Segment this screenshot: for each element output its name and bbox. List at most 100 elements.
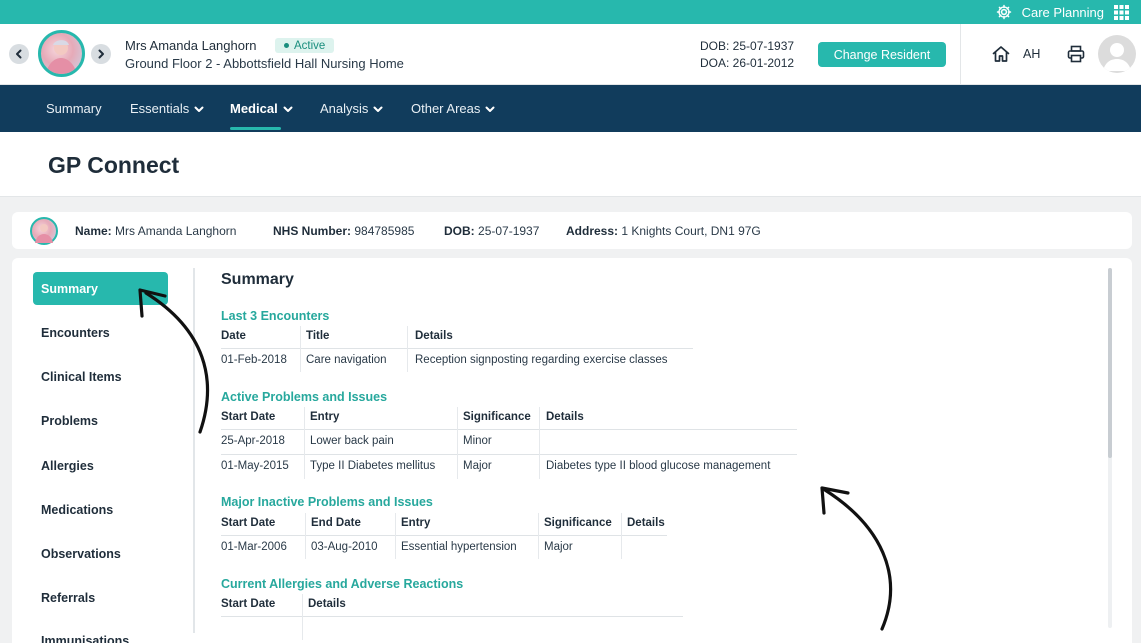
patient-dob-label: DOB:	[444, 224, 475, 238]
table-cell: 01-Feb-2018	[221, 354, 287, 366]
column-header: Significance	[463, 411, 531, 423]
table-divider	[221, 454, 797, 455]
column-header: Date	[221, 330, 246, 342]
patient-address-field: Address: 1 Knights Court, DN1 97G	[566, 224, 761, 238]
sidebar-item-allergies[interactable]: Allergies	[33, 449, 168, 482]
column-divider	[457, 407, 458, 479]
nhs-number-label: NHS Number:	[273, 224, 352, 238]
print-icon[interactable]	[1066, 44, 1086, 69]
column-header: Start Date	[221, 598, 276, 610]
nav-other-areas[interactable]: Other Areas	[411, 85, 496, 132]
nhs-number-value: 984785985	[354, 224, 415, 238]
column-header: Title	[306, 330, 330, 342]
nav-medical[interactable]: Medical	[230, 85, 294, 132]
sidebar-item-observations[interactable]: Observations	[33, 537, 168, 570]
main-navigation: Summary Essentials Medical Analysis Othe…	[0, 85, 1141, 132]
home-icon[interactable]	[991, 44, 1011, 69]
table-cell: Reception signposting regarding exercise…	[415, 354, 668, 366]
chevron-right-icon	[98, 49, 104, 59]
section-title: Summary	[221, 271, 294, 288]
patient-dob-value: 25-07-1937	[478, 224, 540, 238]
column-header: End Date	[311, 517, 361, 529]
column-header: Details	[546, 411, 584, 423]
column-header: Entry	[310, 411, 340, 423]
status-label: Active	[294, 39, 326, 52]
nhs-number-field: NHS Number: 984785985	[273, 224, 414, 238]
user-avatar[interactable]	[1098, 35, 1136, 73]
sidebar-item-referrals[interactable]: Referrals	[33, 581, 168, 614]
table-divider	[221, 429, 797, 430]
table-cell: 25-Apr-2018	[221, 435, 285, 447]
change-resident-button[interactable]: Change Resident	[818, 42, 946, 67]
gear-icon[interactable]	[996, 4, 1012, 20]
nav-summary[interactable]: Summary	[46, 85, 102, 132]
table-cell: Major	[544, 541, 573, 553]
header-divider	[960, 24, 961, 85]
sidebar-divider	[193, 268, 195, 633]
inactive-problems-heading: Major Inactive Problems and Issues	[221, 495, 433, 509]
summary-content: Summary Last 3 Encounters Date Title Det…	[221, 258, 1101, 643]
column-divider	[304, 407, 305, 479]
resident-header: Mrs Amanda Langhorn Active Ground Floor …	[0, 24, 1141, 85]
table-cell: 03-Aug-2010	[311, 541, 378, 553]
column-divider	[300, 326, 301, 372]
nav-label: Analysis	[320, 101, 369, 116]
table-cell: 01-Mar-2006	[221, 541, 287, 553]
patient-name-value: Mrs Amanda Langhorn	[115, 224, 237, 238]
column-divider	[395, 513, 396, 559]
table-cell: 01-May-2015	[221, 460, 289, 472]
column-divider	[621, 513, 622, 559]
nav-essentials[interactable]: Essentials	[130, 85, 205, 132]
patient-address-value: 1 Knights Court, DN1 97G	[621, 224, 761, 238]
sidebar-item-medications[interactable]: Medications	[33, 493, 168, 526]
scrollbar-thumb[interactable]	[1108, 268, 1112, 458]
table-divider	[221, 348, 693, 349]
allergies-heading: Current Allergies and Adverse Reactions	[221, 577, 464, 591]
column-divider	[539, 407, 540, 479]
sidebar-item-problems[interactable]: Problems	[33, 404, 168, 437]
table-divider	[221, 535, 667, 536]
chevron-down-icon	[485, 106, 495, 112]
column-divider	[407, 326, 408, 372]
page-title: GP Connect	[48, 152, 180, 178]
patient-info-card: Name: Mrs Amanda Langhorn NHS Number: 98…	[12, 212, 1132, 249]
patient-address-label: Address:	[566, 224, 619, 238]
nav-label: Medical	[230, 101, 278, 116]
column-header: Details	[308, 598, 346, 610]
apps-grid-icon[interactable]	[1114, 4, 1129, 20]
resident-dob: DOB: 25-07-1937	[700, 39, 795, 53]
column-divider	[302, 594, 303, 640]
nav-analysis[interactable]: Analysis	[320, 85, 384, 132]
column-header: Significance	[544, 517, 612, 529]
previous-resident-button[interactable]	[9, 44, 29, 64]
status-badge: Active	[275, 38, 335, 53]
column-divider	[305, 513, 306, 559]
table-cell: Essential hypertension	[401, 541, 517, 553]
patient-dob-field: DOB: 25-07-1937	[444, 224, 539, 238]
chevron-down-icon	[283, 106, 293, 112]
nav-label: Other Areas	[411, 101, 481, 116]
table-cell: Minor	[463, 435, 492, 447]
table-cell: Type II Diabetes mellitus	[310, 460, 436, 472]
patient-name-label: Name:	[75, 224, 112, 238]
table-cell: Diabetes type II blood glucose managemen…	[546, 460, 771, 472]
column-divider	[538, 513, 539, 559]
top-bar: Care Planning	[0, 0, 1141, 24]
sidebar-item-encounters[interactable]: Encounters	[33, 316, 168, 349]
sidebar-item-summary[interactable]: Summary	[33, 272, 168, 305]
resident-location: Ground Floor 2 - Abbottsfield Hall Nursi…	[125, 56, 404, 71]
patient-name-field: Name: Mrs Amanda Langhorn	[75, 224, 236, 238]
care-planning-link[interactable]: Care Planning	[1022, 5, 1104, 20]
column-header: Entry	[401, 517, 431, 529]
chevron-down-icon	[194, 106, 204, 112]
user-initials[interactable]: AH	[1023, 47, 1040, 61]
sidebar-item-immunisations[interactable]: Immunisations	[33, 624, 168, 643]
chevron-left-icon	[16, 49, 22, 59]
status-dot-icon	[284, 43, 289, 48]
resident-name: Mrs Amanda Langhorn	[125, 38, 257, 53]
sidebar-item-clinical-items[interactable]: Clinical Items	[33, 360, 168, 393]
column-header: Details	[627, 517, 665, 529]
encounters-heading: Last 3 Encounters	[221, 309, 330, 323]
next-resident-button[interactable]	[91, 44, 111, 64]
nav-label: Summary	[46, 101, 102, 116]
